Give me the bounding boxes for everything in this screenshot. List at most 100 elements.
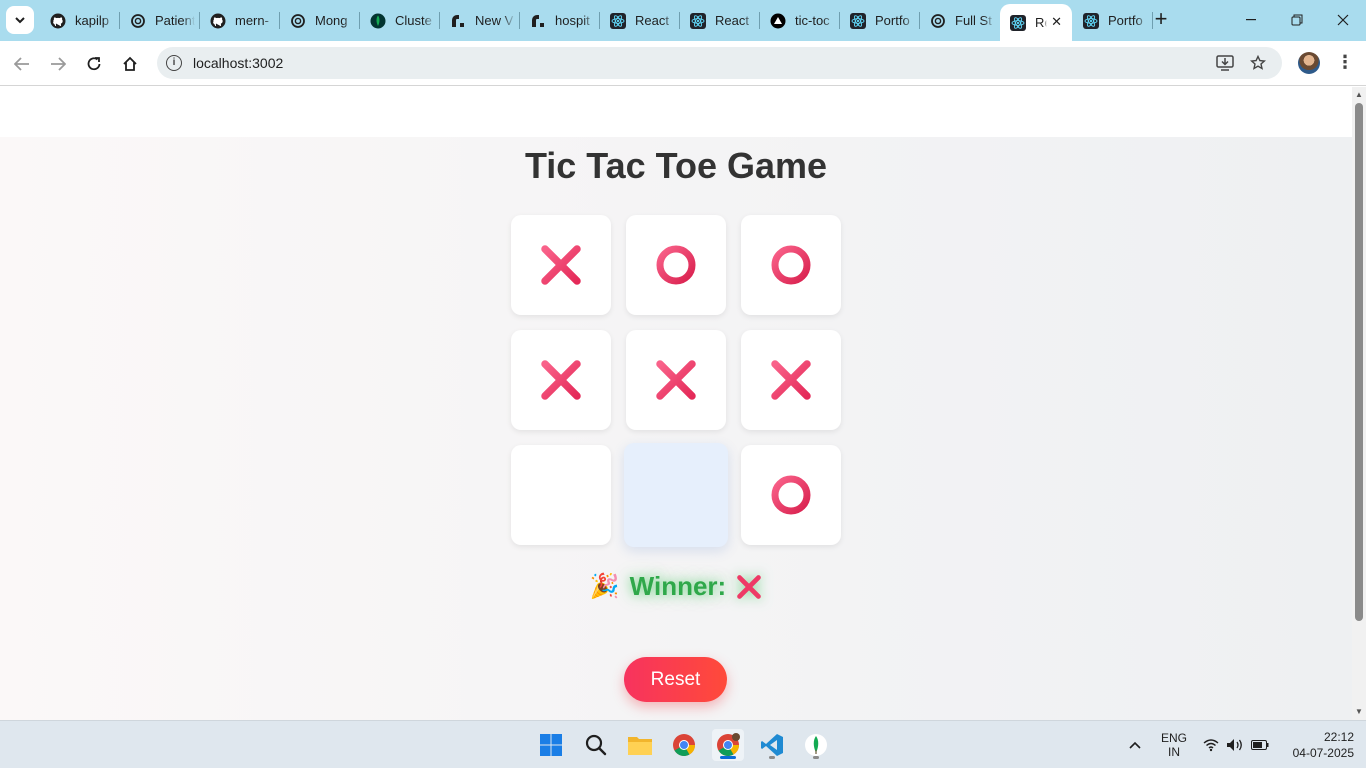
browser-tab[interactable]: React <box>680 0 759 41</box>
browser-tab[interactable]: Re ✕ <box>1000 4 1072 41</box>
install-app-icon[interactable] <box>1215 54 1235 72</box>
openai-icon <box>290 13 306 29</box>
chevron-up-icon <box>1129 741 1141 749</box>
reset-button[interactable]: Reset <box>624 657 727 702</box>
home-button[interactable] <box>116 50 144 78</box>
vercel-icon <box>770 13 786 29</box>
active-app-indicator <box>720 756 736 759</box>
windows-start-icon[interactable] <box>535 729 567 761</box>
board-cell[interactable] <box>511 445 611 545</box>
x-mark-icon <box>769 358 813 402</box>
react-icon <box>1010 14 1026 31</box>
browser-tab[interactable]: mern- <box>200 0 279 41</box>
mongodb-compass-icon[interactable] <box>800 729 832 761</box>
scrollbar-thumb[interactable] <box>1355 103 1363 621</box>
browser-tab[interactable]: kapilp <box>40 0 119 41</box>
tab-label: hospit <box>555 13 590 28</box>
file-explorer-icon[interactable] <box>624 729 656 761</box>
board-cell[interactable] <box>624 443 728 547</box>
arrow-left-icon <box>14 57 29 71</box>
search-icon[interactable] <box>580 729 612 761</box>
board-cell[interactable] <box>741 445 841 545</box>
tab-label: New V <box>475 13 514 28</box>
tab-label: Mong <box>315 13 348 28</box>
browser-tab[interactable]: Patient <box>120 0 199 41</box>
new-tab-button[interactable]: + <box>1150 8 1172 32</box>
address-bar[interactable]: i localhost:3002 <box>157 47 1282 79</box>
react-icon <box>850 12 866 29</box>
o-mark-icon <box>769 473 813 517</box>
scroll-up-arrow-icon[interactable]: ▲ <box>1354 90 1364 100</box>
profile-avatar[interactable] <box>1298 52 1320 74</box>
close-tab-icon[interactable]: ✕ <box>1051 14 1062 30</box>
browser-tab[interactable]: New V <box>440 0 519 41</box>
browser-tab[interactable]: Mong <box>280 0 359 41</box>
board-cell[interactable] <box>511 215 611 315</box>
address-url[interactable]: localhost:3002 <box>193 55 283 71</box>
reload-button[interactable] <box>80 50 108 78</box>
party-popper-icon: 🎉 <box>589 573 620 600</box>
browser-tab[interactable]: Portfo <box>840 0 919 41</box>
battery-icon[interactable] <box>1248 721 1272 769</box>
browser-menu-icon[interactable]: ⋮ <box>1336 51 1354 75</box>
github-icon <box>210 13 226 29</box>
restore-icon <box>1291 14 1303 26</box>
running-app-indicator <box>813 756 819 759</box>
show-hidden-icons-button[interactable] <box>1124 721 1146 769</box>
forward-button[interactable] <box>44 50 72 78</box>
chrome-profile-icon <box>717 733 740 756</box>
x-mark-icon <box>539 243 583 287</box>
page-title: Tic Tac Toe Game <box>524 145 828 186</box>
openai-icon <box>130 13 146 29</box>
minimize-icon <box>1246 19 1256 21</box>
scroll-down-arrow-icon[interactable]: ▼ <box>1354 707 1364 717</box>
render-icon <box>530 13 546 29</box>
browser-tab[interactable]: Full St <box>920 0 999 41</box>
react-icon <box>690 12 706 29</box>
tab-search-button[interactable] <box>6 6 34 34</box>
close-icon <box>1337 14 1349 26</box>
home-icon <box>123 56 137 71</box>
board-cell[interactable] <box>626 215 726 315</box>
chrome-icon[interactable] <box>668 729 700 761</box>
running-app-indicator <box>769 756 775 759</box>
chevron-down-icon <box>15 16 25 23</box>
board-cell[interactable] <box>741 215 841 315</box>
system-clock[interactable]: 22:12 04-07-2025 <box>1278 729 1354 761</box>
restore-button[interactable] <box>1274 0 1320 40</box>
board-cell[interactable] <box>626 330 726 430</box>
board-cell[interactable] <box>741 330 841 430</box>
minimize-button[interactable] <box>1228 0 1274 40</box>
tab-label: React <box>635 13 669 28</box>
browser-tab[interactable]: Portfo <box>1073 0 1152 41</box>
back-button[interactable] <box>8 50 36 78</box>
browser-tab[interactable]: React <box>600 0 679 41</box>
language-indicator[interactable]: ENG IN <box>1156 721 1192 769</box>
browser-tab[interactable]: hospit <box>520 0 599 41</box>
game-board <box>511 215 841 547</box>
language-line1: ENG <box>1160 731 1187 745</box>
x-mark-icon <box>539 358 583 402</box>
react-icon <box>1083 12 1099 29</box>
tab-label: mern- <box>235 13 269 28</box>
bookmark-star-icon[interactable] <box>1248 54 1268 72</box>
clock-date: 04-07-2025 <box>1292 746 1354 760</box>
vscode-icon[interactable] <box>756 729 788 761</box>
board-cell[interactable] <box>511 330 611 430</box>
volume-icon[interactable] <box>1224 721 1246 769</box>
x-mark-icon <box>737 574 762 599</box>
browser-toolbar: i localhost:3002 ⋮ <box>0 41 1366 86</box>
page-viewport: Tic Tac Toe Game 🎉 Winner: Reset <box>0 87 1352 720</box>
tab-label: React <box>715 13 749 28</box>
close-window-button[interactable] <box>1320 0 1366 40</box>
mongodb-icon <box>370 13 386 29</box>
tab-strip: kapilp Patient mern- Mong Cluste New V hospit R… <box>0 0 1366 41</box>
browser-tab[interactable]: Cluste <box>360 0 439 41</box>
wifi-icon[interactable] <box>1200 721 1222 769</box>
page-scrollbar[interactable]: ▲ ▼ <box>1352 87 1366 720</box>
tab-label: Cluste <box>395 13 432 28</box>
chrome-profile-taskbar-button[interactable] <box>712 729 744 761</box>
site-info-icon[interactable]: i <box>166 55 182 71</box>
browser-tab[interactable]: tic-toc <box>760 0 839 41</box>
tab-label: kapilp <box>75 13 109 28</box>
